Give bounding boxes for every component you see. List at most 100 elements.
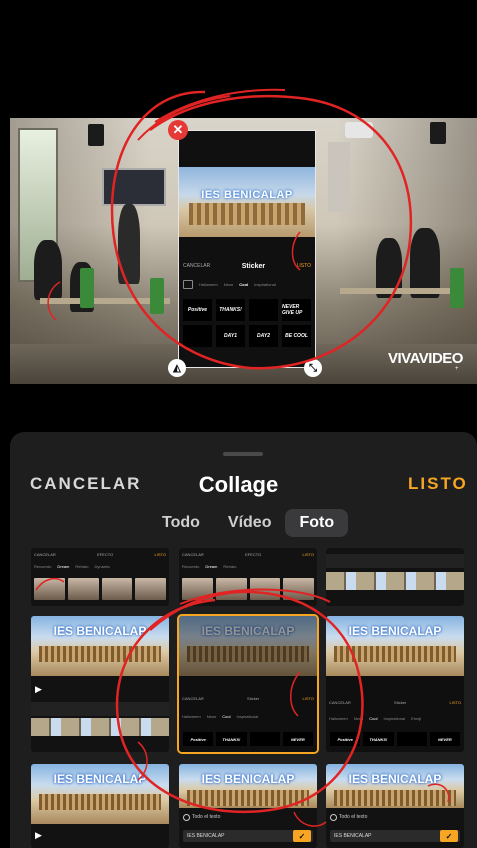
sticker-thumb: [183, 325, 212, 347]
media-thumb[interactable]: IES BENICALAP Todo el texto IES BENICALA…: [326, 764, 464, 848]
check-icon: ✓: [440, 830, 458, 842]
sheet-drag-handle[interactable]: [223, 452, 263, 456]
bench: [334, 790, 456, 806]
thumb-cancel: CANCELAR: [329, 700, 351, 705]
thumb-tab: Halloween: [182, 714, 201, 719]
thumb-done: LISTO: [302, 696, 315, 701]
sticker-thumb: Positive: [183, 732, 214, 746]
thumb-tab-active: Cool: [369, 716, 378, 721]
overlay-tab: Neon: [223, 281, 234, 287]
thumb-tabs: Recuerdo Dream Retrato Dynamic: [34, 564, 166, 570]
thumb-tab: Dynamic: [94, 564, 111, 569]
thumb-clip-strip: [326, 572, 464, 590]
chair: [450, 268, 464, 308]
media-thumb[interactable]: [326, 548, 464, 606]
thumb-cancel: CANCELAR: [182, 696, 204, 701]
overlay-photo: [179, 167, 315, 237]
thumb-photo: IES BENICALAP: [31, 616, 169, 676]
done-button[interactable]: LISTO: [408, 474, 468, 494]
thumb-effect-row: [34, 578, 166, 600]
thumb-photo-title: IES BENICALAP: [53, 772, 147, 786]
thumb-sticker-grid: Positive THANKS! NEVER: [183, 732, 313, 746]
media-thumb[interactable]: IES BENICALAP ▶: [31, 616, 169, 752]
thumb-tab: Inspirational: [383, 716, 406, 721]
remove-overlay-button[interactable]: ✕: [168, 120, 188, 140]
thumb-tab: Recuerdo: [34, 564, 52, 569]
play-icon: ▶: [35, 830, 42, 840]
sticker-thumb: THANKS!: [216, 732, 247, 746]
overlay-photo-title: IES BENICALAP: [201, 189, 293, 201]
thumb-done: LISTO: [302, 552, 314, 557]
overlay-done-label: LISTO: [296, 263, 311, 269]
projection-screen: [328, 142, 350, 212]
close-icon: ✕: [172, 122, 184, 137]
thumb-done: LISTO: [154, 552, 166, 557]
thumb-cancel: CANCELAR: [34, 552, 56, 557]
thumb-effect-row: [182, 578, 314, 600]
thumb-tab-active: Cool: [222, 714, 231, 719]
thumb-photo: IES BENICALAP: [179, 764, 317, 808]
resize-icon: ⤡: [309, 362, 317, 374]
sticker-thumb: [249, 299, 278, 321]
collage-overlay[interactable]: IES BENICALAP CANCELAR Sticker LISTO Hal…: [178, 130, 316, 368]
thumb-title: Sticker: [247, 696, 260, 701]
thumb-tabs: Recuerdo Dream Retrato: [182, 564, 314, 570]
tab-video[interactable]: Vídeo: [214, 509, 286, 537]
media-thumb[interactable]: CANCELAR EFECTO LISTO Recuerdo Dream Ret…: [179, 548, 317, 606]
sticker-thumb: NEVER: [429, 732, 460, 746]
wall-poster: [102, 168, 166, 206]
flip-button[interactable]: ◭: [168, 359, 186, 377]
thumb-title: EFECTO: [97, 552, 114, 557]
sticker-thumb: NEVER GIVE UP: [282, 299, 311, 321]
thumb-tabs: Halloween Neon Cool Inspirational Emoji: [329, 716, 461, 722]
favorites-icon: [183, 279, 193, 289]
thumb-tab: Recuerdo: [182, 564, 200, 569]
sticker-thumb: [249, 732, 280, 746]
thumb-photo: IES BENICALAP: [326, 616, 464, 676]
chair: [150, 278, 164, 314]
sticker-thumb: BE COOL: [282, 325, 311, 347]
thumb-photo: IES BENICALAP: [31, 764, 169, 824]
thumb-title: Sticker: [394, 700, 407, 705]
thumb-tab: Retrato: [75, 564, 89, 569]
thumb-toolbar: CANCELAR EFECTO LISTO: [34, 552, 166, 558]
all-text-option: Todo el texto: [183, 812, 220, 822]
sticker-thumb: THANKS!: [363, 732, 394, 746]
media-thumb-selected[interactable]: IES BENICALAP CANCELAR Sticker LISTO Hal…: [177, 614, 319, 754]
teacher-figure: [118, 204, 140, 284]
student-figure: [34, 240, 62, 300]
thumb-timeline: [326, 554, 464, 568]
bench: [334, 646, 456, 662]
thumb-title: EFECTO: [245, 552, 262, 557]
media-thumb[interactable]: IES BENICALAP ▶: [31, 764, 169, 848]
thumb-toolbar: CANCELAR Sticker LISTO: [329, 700, 461, 706]
thumb-photo-title: IES BENICALAP: [348, 624, 442, 638]
tab-photo[interactable]: Foto: [285, 509, 349, 537]
bench: [39, 646, 161, 662]
tab-all[interactable]: Todo: [148, 509, 214, 537]
sticker-thumb: Positive: [330, 732, 361, 746]
all-text-label: Todo el texto: [192, 814, 221, 820]
overlay-cancel-label: CANCELAR: [183, 263, 211, 269]
thumb-tab: Retrato: [223, 564, 237, 569]
projector: [345, 122, 373, 138]
thumb-toolbar: CANCELAR EFECTO LISTO: [182, 552, 314, 558]
overlay-tab: Inspirational: [254, 281, 276, 287]
sticker-thumb: [396, 732, 427, 746]
media-thumb[interactable]: IES BENICALAP CANCELAR Sticker LISTO Hal…: [326, 616, 464, 752]
media-thumb[interactable]: IES BENICALAP Todo el texto IES BENICALA…: [179, 764, 317, 848]
overlay-tab: Halloween: [199, 281, 218, 287]
overlay-toolbar: CANCELAR Sticker LISTO: [183, 261, 311, 271]
thumb-tab: Halloween: [329, 716, 348, 721]
sticker-thumb: DAY2: [249, 325, 278, 347]
screen: IES BENICALAP CANCELAR Sticker LISTO Hal…: [0, 0, 477, 848]
thumb-tab: Neon: [206, 714, 217, 719]
overlay-sticker-grid: Positive THANKS! NEVER GIVE UP DAY1 DAY2…: [183, 299, 311, 347]
play-icon: ▶: [35, 684, 42, 694]
thumb-tab: Emoji: [411, 716, 422, 721]
resize-rotate-button[interactable]: ⤡: [304, 359, 322, 377]
thumb-photo-title: IES BENICALAP: [201, 772, 295, 786]
media-thumb[interactable]: CANCELAR EFECTO LISTO Recuerdo Dream Ret…: [31, 548, 169, 606]
media-filter-tabs: Todo Vídeo Foto: [148, 509, 349, 537]
sticker-thumb: NEVER: [282, 732, 313, 746]
